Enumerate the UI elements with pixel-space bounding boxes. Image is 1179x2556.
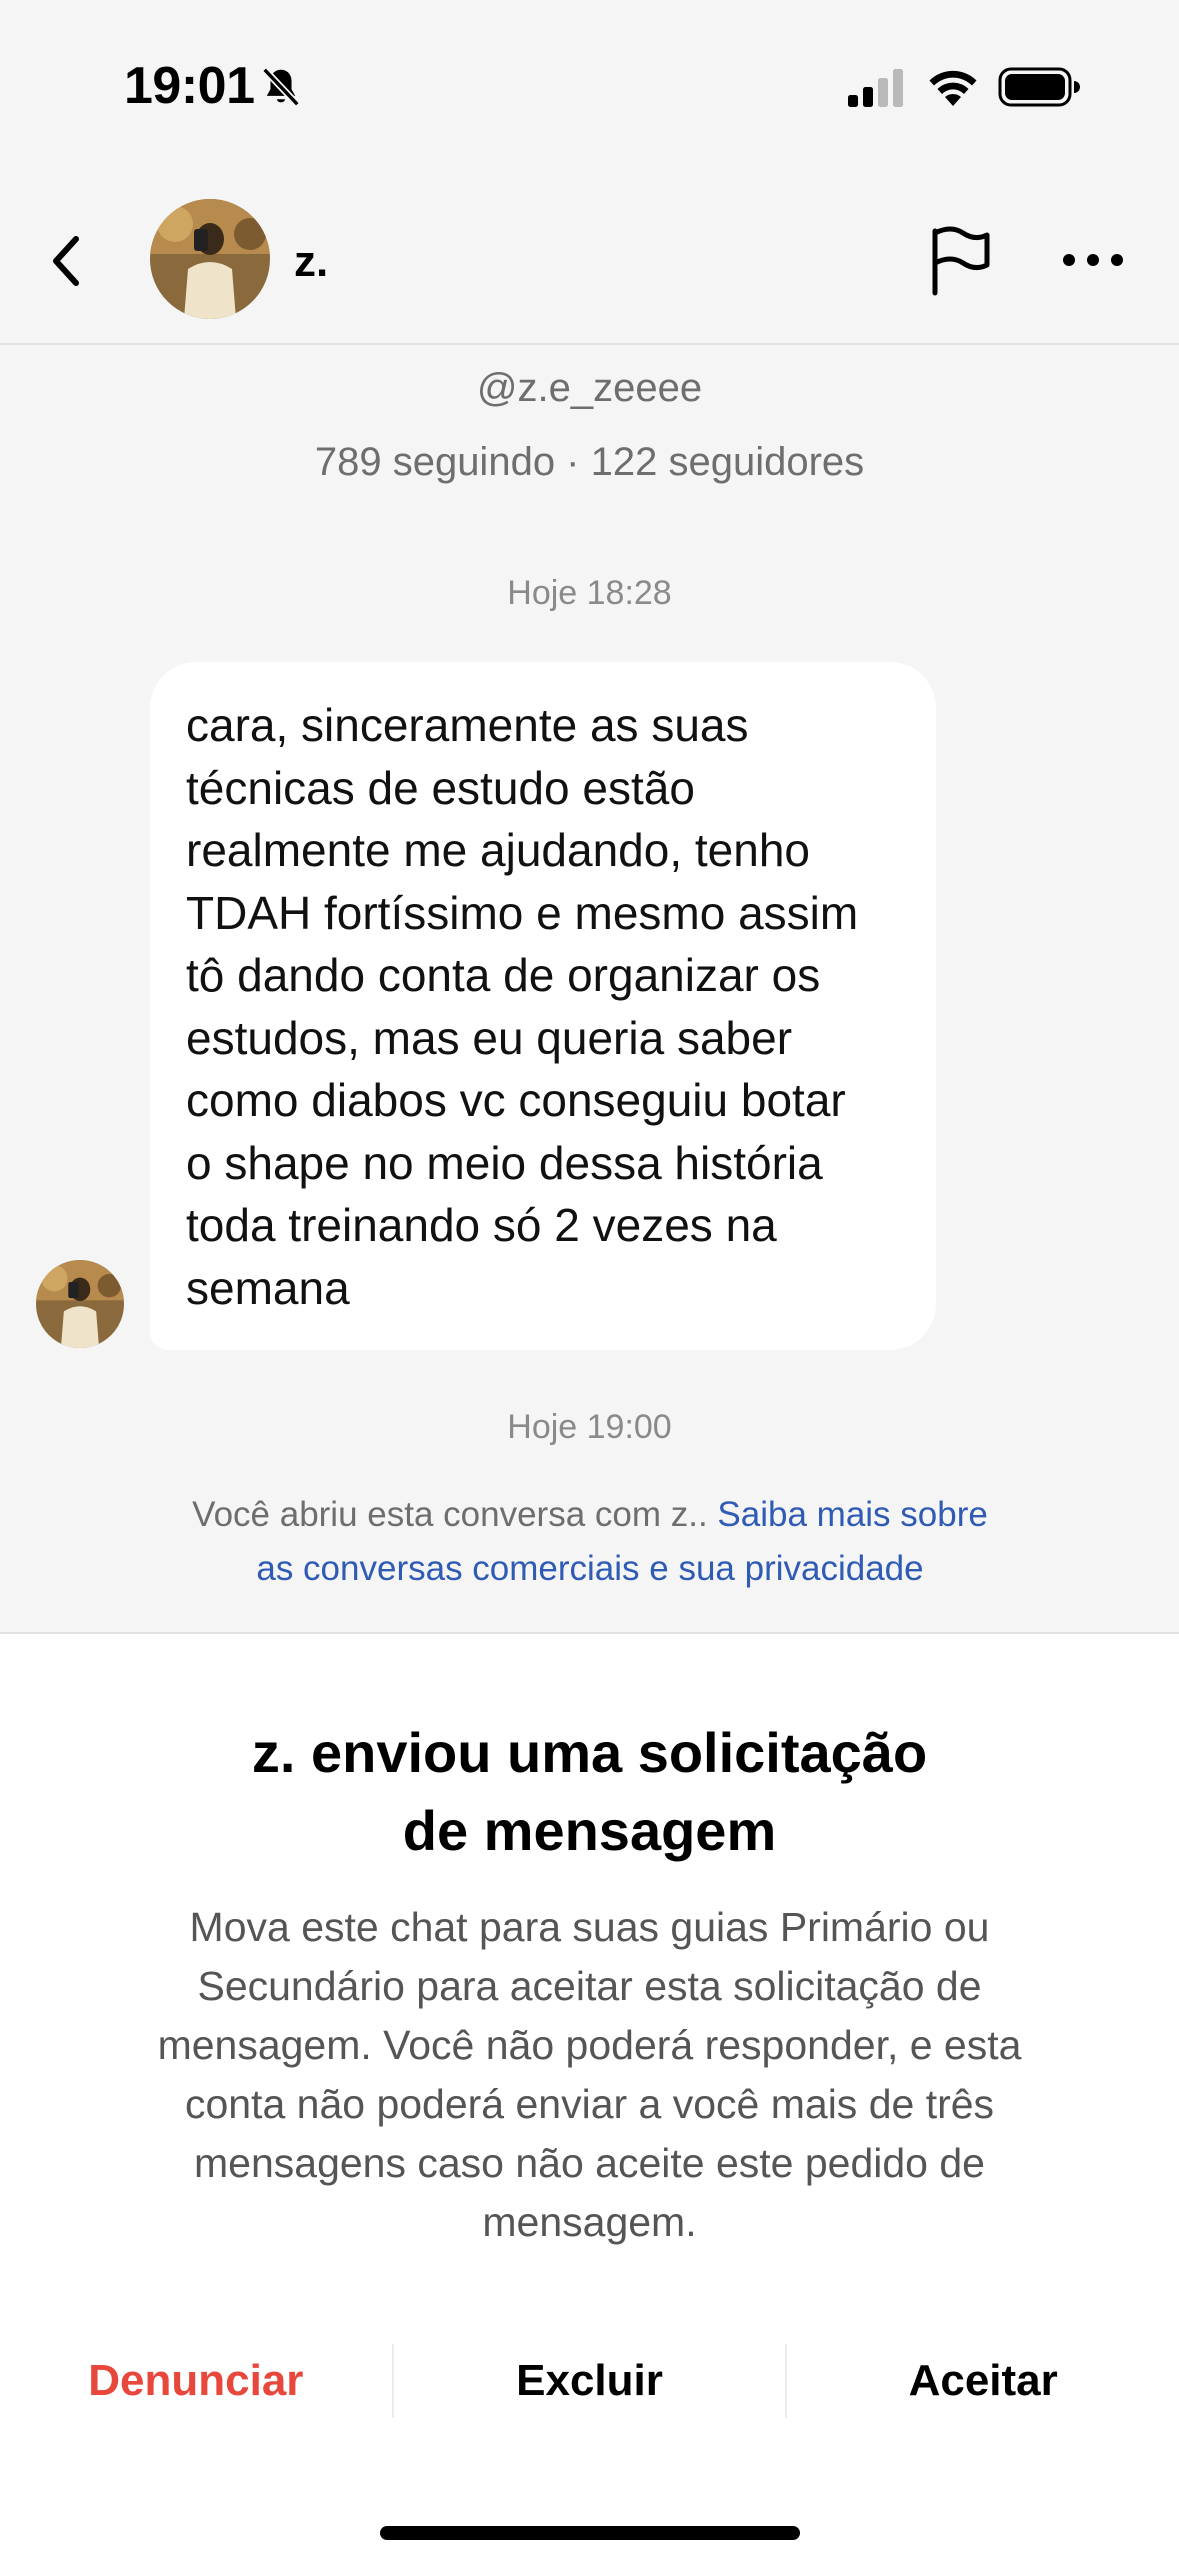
request-description-line: mensagem. Você não poderá responder, e e…: [157, 2022, 1022, 2068]
dm-request-screen: 19:01 z. @z.e_zeeee 789 seguindo · 122 s…: [0, 0, 1179, 2556]
message-line: estudos, mas eu queria saber: [186, 1011, 793, 1064]
message-line: técnicas de estudo estão: [186, 761, 695, 814]
message-line: toda treinando só 2 vezes na: [186, 1199, 777, 1251]
back-chevron-icon[interactable]: [44, 229, 92, 293]
home-indicator[interactable]: [380, 2526, 800, 2540]
conversation-notice: Você abriu esta conversa com z.. Saiba m…: [140, 1488, 1040, 1596]
profile-handle[interactable]: @z.e_zeeee: [0, 366, 1179, 411]
chat-header: z.: [0, 175, 1179, 345]
notice-text: Você abriu esta conversa com z..: [192, 1495, 718, 1534]
privacy-link-continued[interactable]: as conversas comerciais e sua privacidad…: [256, 1549, 923, 1588]
wifi-icon: [929, 70, 977, 106]
message-line: realmente me ajudando, tenho: [186, 824, 810, 876]
follow-stats: 789 seguindo · 122 seguidores: [314, 440, 865, 484]
request-description-line: mensagem.: [482, 2199, 697, 2245]
timestamp: Hoje 18:28: [507, 574, 672, 612]
more-icon[interactable]: [1060, 249, 1126, 271]
request-description-line: mensagens caso não aceite este pedido de: [194, 2140, 985, 2186]
message-line: semana: [186, 1261, 350, 1314]
delete-button[interactable]: Excluir: [394, 2344, 786, 2418]
bell-slash-icon: [262, 67, 300, 107]
request-description: Mova este chat para suas guias Primário …: [80, 1898, 1099, 2252]
request-description-line: Secundário para aceitar esta solicitação…: [197, 1963, 982, 2009]
request-title: z. enviou uma solicitação de mensagem: [0, 1714, 1179, 1870]
message-bubble[interactable]: cara, sinceramente as suas técnicas de e…: [150, 662, 936, 1350]
timestamp: Hoje 19:00: [507, 1408, 672, 1446]
request-actions: Denunciar Excluir Aceitar: [0, 2344, 1179, 2418]
request-title-line: de mensagem: [402, 1799, 777, 1862]
message-line: como diabos vc conseguiu botar: [186, 1074, 846, 1126]
battery-icon: [998, 67, 1080, 107]
request-description-line: conta não poderá enviar a você mais de t…: [184, 2081, 995, 2127]
status-bar: 19:01: [0, 0, 1179, 175]
privacy-link[interactable]: Saiba mais sobre: [717, 1495, 987, 1534]
message-line: cara, sinceramente as suas: [186, 699, 749, 751]
accept-button[interactable]: Aceitar: [787, 2344, 1179, 2418]
cellular-signal-icon: [848, 69, 903, 107]
header-username[interactable]: z.: [294, 237, 328, 287]
request-title-line: z. enviou uma solicitação: [251, 1721, 928, 1784]
message-line: TDAH fortíssimo e mesmo assim: [186, 886, 859, 939]
message-request-panel: z. enviou uma solicitação de mensagem Mo…: [0, 1632, 1179, 2556]
request-description-line: Mova este chat para suas guias Primário …: [189, 1904, 990, 1950]
flag-icon[interactable]: [925, 225, 995, 297]
avatar[interactable]: [150, 199, 270, 319]
message-line: tô dando conta de organizar os: [186, 949, 821, 1001]
message-line: o shape no meio dessa história: [186, 1136, 823, 1189]
sender-avatar[interactable]: [36, 1260, 124, 1348]
status-time: 19:01: [124, 57, 255, 115]
report-button[interactable]: Denunciar: [0, 2344, 392, 2418]
